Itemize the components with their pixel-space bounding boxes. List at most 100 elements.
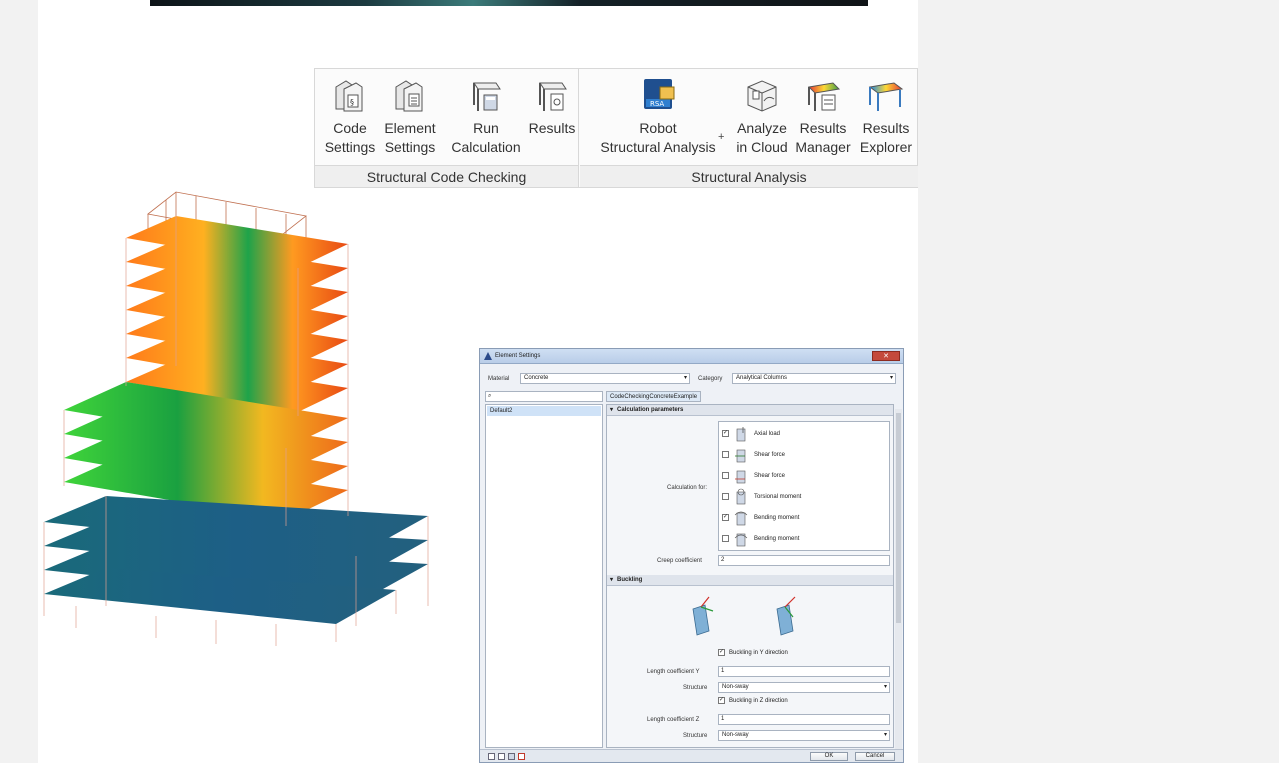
axial-load-icon	[736, 427, 746, 442]
checkbox[interactable]: ✓	[718, 697, 725, 704]
list-item[interactable]: Default2	[487, 406, 601, 416]
length-coefficient-z-label: Length coefficient Z	[647, 717, 700, 723]
ribbon-group-title-structural-analysis: Structural Analysis	[580, 165, 918, 187]
dialog-title: Element Settings	[495, 353, 541, 359]
bending-moment-icon	[734, 533, 748, 547]
structure-z-value: Non-sway	[722, 732, 749, 738]
check-label: Axial load	[754, 431, 781, 437]
shear-force-icon	[735, 470, 746, 484]
results-explorer-icon	[868, 82, 904, 111]
close-button[interactable]: ✕	[872, 351, 900, 361]
top-banner-image	[150, 0, 868, 6]
length-coefficient-y-field[interactable]: 1	[718, 666, 890, 677]
ok-button[interactable]: OK	[810, 752, 848, 761]
torsional-moment-icon	[736, 488, 746, 505]
new-set-icon[interactable]	[488, 753, 495, 760]
app-logo-icon	[484, 352, 492, 360]
run-calculation-button[interactable]: Run Calculation	[446, 75, 526, 157]
results-manager-icon	[807, 82, 841, 111]
ribbon-group-title-code-checking: Structural Code Checking	[315, 165, 578, 187]
building-results-map	[43, 191, 429, 646]
left-margin	[0, 0, 38, 763]
material-value: Concrete	[524, 375, 549, 381]
chevron-down-icon: ▾	[883, 684, 887, 690]
robot-structural-analysis-button[interactable]: RSA Robot Structural Analysis	[588, 75, 728, 157]
check-label: Torsional moment	[754, 494, 802, 500]
chevron-down-icon: ▾	[683, 375, 687, 381]
structure-z-label: Structure	[683, 733, 708, 739]
element-settings-label: Element Settings	[384, 120, 436, 155]
tower-slabs	[126, 216, 348, 412]
robot-structural-analysis-icon: RSA	[644, 79, 675, 109]
results-manager-button[interactable]: Results Manager	[792, 75, 854, 157]
category-dropdown[interactable]: Analytical Columns ▾	[732, 373, 896, 384]
dropdown-plus-icon[interactable]: +	[718, 131, 724, 143]
scrollbar-thumb[interactable]	[896, 413, 901, 623]
check-label: Buckling in Z direction	[729, 698, 788, 704]
structure-y-dropdown[interactable]: Non-sway ▾	[718, 682, 890, 693]
duplicate-set-icon[interactable]	[498, 753, 505, 760]
check-label: Shear force	[754, 473, 786, 479]
material-dropdown[interactable]: Concrete ▾	[520, 373, 690, 384]
properties-panel: Calculation parameters Calculation for: …	[606, 404, 894, 748]
element-settings-button[interactable]: Element Settings	[379, 75, 441, 157]
results-icon	[539, 82, 567, 111]
svg-text:§: §	[350, 98, 354, 107]
screenshot-canvas: § Code Settings Element Settings Run Cal…	[0, 0, 1279, 763]
results-explorer-label: Results Explorer	[859, 120, 913, 155]
buckling-header[interactable]: Buckling	[607, 575, 893, 586]
check-label: Buckling in Y direction	[729, 650, 788, 656]
run-calculation-label: Run Calculation	[451, 120, 521, 155]
code-settings-icon: §	[335, 80, 363, 112]
settings-list: Default2	[485, 404, 603, 748]
chevron-down-icon: ▾	[883, 732, 887, 738]
search-input[interactable]: ⌕	[485, 391, 603, 402]
checkbox[interactable]	[722, 535, 729, 542]
calculation-for-label: Calculation for:	[667, 485, 708, 491]
checkbox[interactable]	[722, 472, 729, 479]
dialog-title-bar[interactable]: Element Settings ✕	[480, 349, 903, 364]
ribbon-group-structural-analysis: RSA Robot Structural Analysis Analyze in…	[580, 69, 918, 187]
structure-y-value: Non-sway	[722, 684, 749, 690]
check-buckling-y[interactable]: ✓ Buckling in Y direction	[718, 646, 888, 666]
checkbox[interactable]	[722, 493, 729, 500]
calculation-for-list: ✓ Axial load Shear force Shear force Tor…	[718, 421, 890, 551]
tab-codecheckingconcreteexample[interactable]: CodeCheckingConcreteExample	[606, 391, 702, 402]
base-slabs	[44, 496, 428, 624]
element-settings-icon	[395, 80, 423, 112]
right-margin	[918, 0, 1279, 763]
buckling-y-diagram-icon	[692, 596, 714, 636]
bending-moment-icon	[734, 511, 748, 526]
code-settings-button[interactable]: § Code Settings	[319, 75, 381, 157]
chevron-down-icon: ▾	[889, 375, 893, 381]
check-label: Bending moment	[754, 515, 800, 521]
ribbon-group-code-checking: § Code Settings Element Settings Run Cal…	[315, 69, 579, 187]
length-coefficient-z-field[interactable]: 1	[718, 714, 890, 725]
code-settings-label: Code Settings	[324, 120, 376, 155]
properties-scrollbar[interactable]	[895, 409, 902, 749]
checkbox[interactable]	[722, 451, 729, 458]
cancel-button[interactable]: Cancel	[855, 752, 895, 761]
checkbox[interactable]: ✓	[722, 514, 729, 521]
analyze-in-cloud-label: Analyze in Cloud	[736, 120, 788, 155]
results-manager-label: Results Manager	[795, 120, 851, 155]
calculation-parameters-header[interactable]: Calculation parameters	[607, 405, 893, 416]
analyze-in-cloud-button[interactable]: Analyze in Cloud	[730, 75, 794, 157]
save-set-icon[interactable]	[508, 753, 515, 760]
results-explorer-button[interactable]: Results Explorer	[855, 75, 917, 157]
structure-y-label: Structure	[683, 685, 708, 691]
check-label: Bending moment	[754, 536, 800, 542]
buckling-z-diagram-icon	[776, 596, 796, 636]
robot-structural-analysis-label: Robot Structural Analysis	[600, 120, 716, 155]
length-coefficient-y-label: Length coefficient Y	[647, 669, 700, 675]
creep-coefficient-label: Creep coefficient	[657, 558, 702, 564]
delete-set-icon[interactable]	[518, 753, 525, 760]
creep-coefficient-field[interactable]: 2	[718, 555, 890, 566]
results-button[interactable]: Results	[521, 75, 583, 138]
dialog-footer: OK Cancel	[480, 749, 903, 762]
checkbox[interactable]: ✓	[718, 649, 725, 656]
checkbox[interactable]: ✓	[722, 430, 729, 437]
structure-z-dropdown[interactable]: Non-sway ▾	[718, 730, 890, 741]
category-label: Category	[698, 376, 723, 382]
check-buckling-z[interactable]: ✓ Buckling in Z direction	[718, 694, 888, 714]
